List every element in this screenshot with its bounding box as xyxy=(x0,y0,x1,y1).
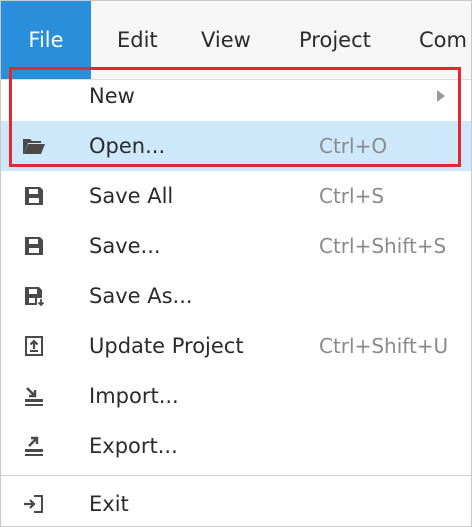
menu-item-label: Import... xyxy=(89,384,179,408)
export-icon xyxy=(22,434,46,458)
menu-item-export[interactable]: Export... xyxy=(1,421,471,471)
menu-item-label: New xyxy=(89,84,135,108)
file-menu-dropdown: New Open... Ctrl+O Save All Ctrl+S Save.… xyxy=(1,63,471,526)
menu-item-save-all[interactable]: Save All Ctrl+S xyxy=(1,171,471,221)
application-window: File Edit View Project Com New Open... C… xyxy=(0,0,472,527)
menu-item-shortcut: Ctrl+Shift+S xyxy=(319,234,447,258)
save-all-icon xyxy=(22,184,46,208)
menu-item-shortcut: Ctrl+Shift+U xyxy=(319,334,449,358)
menu-item-label: Save As... xyxy=(89,284,193,308)
save-icon xyxy=(22,234,46,258)
menu-item-import[interactable]: Import... xyxy=(1,371,471,421)
menu-item-update-project[interactable]: Update Project Ctrl+Shift+U xyxy=(1,321,471,371)
save-as-icon xyxy=(22,284,46,308)
menu-item-open[interactable]: Open... Ctrl+O xyxy=(1,121,471,171)
menu-item-label: Open... xyxy=(89,134,166,158)
menu-item-label: Exit xyxy=(89,492,129,516)
menu-item-label: Update Project xyxy=(89,334,244,358)
menu-item-shortcut: Ctrl+S xyxy=(319,184,385,208)
menu-item-save-as[interactable]: Save As... xyxy=(1,271,471,321)
menu-separator xyxy=(1,475,471,476)
folder-open-icon xyxy=(22,134,46,158)
menu-item-shortcut: Ctrl+O xyxy=(319,134,388,158)
import-icon xyxy=(22,384,46,408)
menu-item-label: Save All xyxy=(89,184,174,208)
menu-item-label: Save... xyxy=(89,234,161,258)
exit-icon xyxy=(22,492,46,516)
menu-item-new[interactable]: New xyxy=(1,71,471,121)
submenu-arrow-icon xyxy=(437,90,445,102)
menu-item-save[interactable]: Save... Ctrl+Shift+S xyxy=(1,221,471,271)
update-project-icon xyxy=(22,334,46,358)
menu-item-label: Export... xyxy=(89,434,178,458)
menu-item-exit[interactable]: Exit xyxy=(1,479,471,526)
